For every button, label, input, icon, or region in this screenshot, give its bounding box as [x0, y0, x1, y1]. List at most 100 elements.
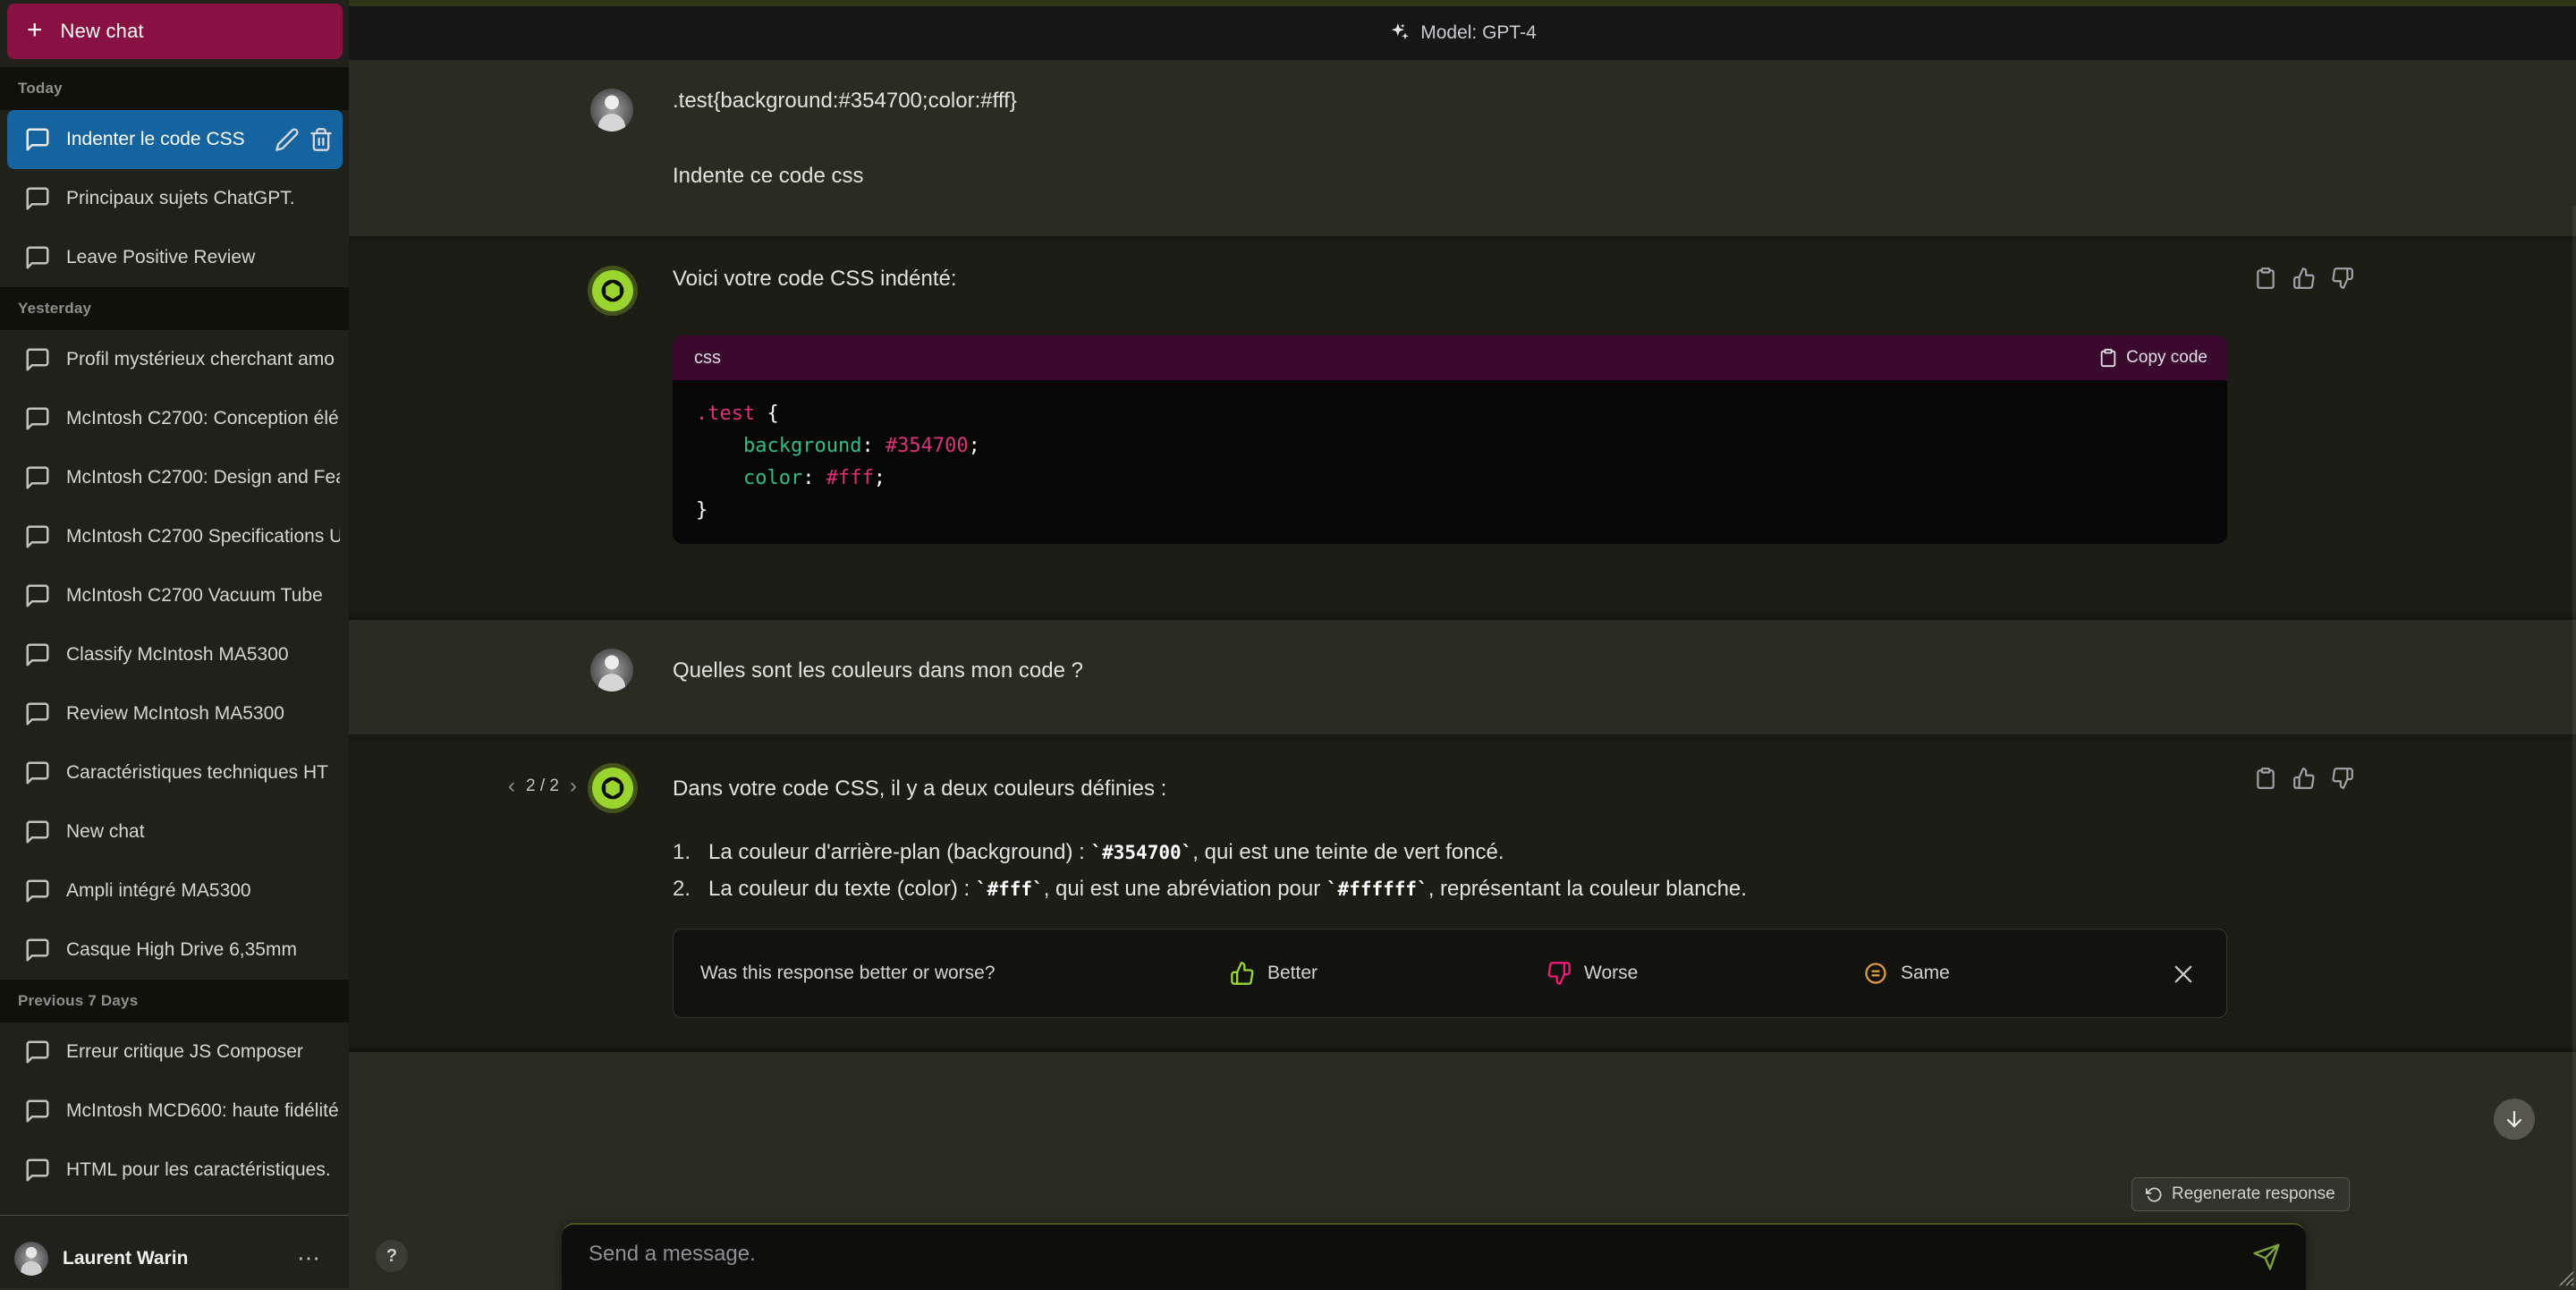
sidebar-item[interactable]: Principaux sujets ChatGPT. — [0, 169, 349, 228]
feedback-better-label: Better — [1267, 963, 1318, 984]
sidebar-item-label: McIntosh C2700 Vacuum Tube — [66, 585, 340, 607]
feedback-question: Was this response better or worse? — [700, 963, 996, 984]
assistant-message-1-text: Voici votre code CSS indénté: — [673, 267, 957, 292]
thumbs-down-icon[interactable] — [2331, 267, 2354, 290]
chat-bubble-icon — [24, 346, 51, 373]
sidebar-item[interactable]: McIntosh C2700: Conception élé — [0, 389, 349, 448]
sidebar-item[interactable]: McIntosh MCD600: haute fidélité — [0, 1082, 349, 1141]
inline-code: `#354700` — [1090, 842, 1192, 863]
message-composer — [562, 1223, 2306, 1290]
model-header: Model: GPT-4 — [349, 6, 2576, 60]
previous-response-icon[interactable]: ‹ — [506, 776, 517, 797]
sidebar: + New chat TodayIndenter le code CSS Prin… — [0, 0, 349, 1288]
sidebar-item[interactable]: Indenter le code CSS — [7, 110, 343, 169]
assistant-message-2-text: Dans votre code CSS, il y a deux couleur… — [673, 777, 1166, 802]
sidebar-item[interactable]: HTML pour les caractéristiques. — [0, 1141, 349, 1200]
sidebar-section-header: Previous 7 Days — [0, 980, 349, 1023]
assistant-avatar — [592, 270, 633, 311]
chat-bubble-icon — [24, 641, 51, 668]
copy-code-button[interactable]: Copy code — [2098, 348, 2207, 368]
copy-icon[interactable] — [2254, 767, 2277, 790]
chat-bubble-icon — [24, 126, 51, 153]
sidebar-item-label: McIntosh C2700 Specifications U — [66, 526, 340, 547]
account-name: Laurent Warin — [63, 1248, 297, 1269]
sidebar-section-header: Today — [0, 67, 349, 110]
code-token — [696, 467, 743, 489]
code-line: color: #fff; — [696, 463, 2204, 495]
assistant-numbered-list: 1.La couleur d'arrière-plan (background)… — [673, 840, 1747, 913]
sidebar-item[interactable]: Review McIntosh MA5300 — [0, 684, 349, 743]
delete-chat-icon[interactable] — [309, 127, 334, 152]
edit-chat-icon[interactable] — [275, 127, 300, 152]
openai-logo-icon — [598, 276, 627, 305]
feedback-same-button[interactable]: Same — [1863, 929, 1950, 1017]
resize-handle-icon[interactable] — [2553, 1265, 2574, 1286]
chat-bubble-icon — [24, 523, 51, 550]
chat-bubble-icon — [24, 878, 51, 904]
sidebar-item[interactable]: Caractéristiques techniques HT — [0, 743, 349, 802]
user-message-1: .test{background:#354700;color:#fff} Ind… — [349, 60, 2576, 236]
copy-icon[interactable] — [2254, 267, 2277, 290]
list-item-text: La couleur du texte (color) : `#fff`, qu… — [708, 877, 1747, 902]
sidebar-item-label: Erreur critique JS Composer — [66, 1041, 340, 1063]
list-item-text: La couleur d'arrière-plan (background) :… — [708, 840, 1504, 865]
code-block-body: .test { background: #354700; color: #fff… — [673, 380, 2227, 544]
sidebar-item[interactable]: Ampli intégré MA5300 — [0, 861, 349, 921]
chat-bubble-icon — [24, 582, 51, 609]
sidebar-item-label: New chat — [66, 821, 340, 843]
chat-bubble-icon — [24, 1039, 51, 1065]
code-token: #354700 — [886, 435, 969, 457]
chat-bubble-icon — [24, 760, 51, 786]
scroll-to-bottom-button[interactable] — [2494, 1099, 2535, 1140]
sidebar-item[interactable]: McIntosh C2700 Vacuum Tube — [0, 566, 349, 625]
sidebar-item-label: Classify McIntosh MA5300 — [66, 644, 340, 666]
sidebar-item-label: Principaux sujets ChatGPT. — [66, 188, 340, 209]
top-accent-strip — [349, 0, 2576, 6]
thumbs-up-icon[interactable] — [2292, 267, 2316, 290]
thumbs-down-icon — [1546, 961, 1572, 986]
sidebar-item[interactable]: McIntosh C2700: Design and Fea — [0, 448, 349, 507]
thumbs-down-icon[interactable] — [2331, 767, 2354, 790]
code-token: .test — [696, 403, 755, 425]
sidebar-item[interactable]: McIntosh C2700 Specifications U — [0, 507, 349, 566]
sidebar-section-header: Yesterday — [0, 287, 349, 330]
list-item: 2.La couleur du texte (color) : `#fff`, … — [673, 877, 1747, 902]
text-run: , représentant la couleur blanche. — [1428, 877, 1747, 901]
sidebar-item[interactable]: New chat — [0, 802, 349, 861]
sidebar-item[interactable]: Erreur critique JS Composer — [0, 1023, 349, 1082]
feedback-close-icon[interactable] — [2171, 962, 2196, 987]
message-input[interactable] — [587, 1241, 2218, 1268]
help-button[interactable]: ? — [376, 1240, 408, 1272]
new-chat-button[interactable]: + New chat — [7, 4, 343, 59]
feedback-worse-button[interactable]: Worse — [1546, 929, 1638, 1017]
help-label: ? — [386, 1246, 397, 1267]
feedback-better-button[interactable]: Better — [1230, 929, 1318, 1017]
code-token: #fff — [826, 467, 874, 489]
sidebar-item[interactable]: Casque High Drive 6,35mm — [0, 921, 349, 980]
sidebar-item[interactable]: Classify McIntosh MA5300 — [0, 625, 349, 684]
account-options-icon[interactable]: ⋯ — [297, 1244, 322, 1272]
feedback-bar: Was this response better or worse? Bette… — [673, 929, 2227, 1018]
account-menu[interactable]: Laurent Warin ⋯ — [0, 1215, 349, 1288]
text-run: La couleur du texte (color) : — [708, 877, 976, 901]
scrollbar[interactable] — [2572, 206, 2576, 1288]
sidebar-item[interactable]: Profil mystérieux cherchant amo — [0, 330, 349, 389]
next-response-icon[interactable]: › — [568, 776, 579, 797]
text-run: La couleur d'arrière-plan (background) : — [708, 840, 1090, 864]
model-label: Model: GPT-4 — [1420, 22, 1537, 44]
openai-logo-icon — [598, 774, 627, 802]
assistant-message-2: ‹ 2 / 2 › Dans votre code CSS, il y a de… — [349, 734, 2576, 1052]
send-icon[interactable] — [2252, 1243, 2281, 1271]
sidebar-item-label: Profil mystérieux cherchant amo — [66, 349, 340, 370]
code-token: { — [755, 403, 779, 425]
regenerate-response-button[interactable]: Regenerate response — [2131, 1177, 2350, 1211]
code-block: css Copy code .test { background: #35470… — [673, 335, 2227, 544]
sidebar-item-label: Review McIntosh MA5300 — [66, 703, 340, 725]
thumbs-up-icon[interactable] — [2292, 767, 2316, 790]
chat-bubble-icon — [24, 464, 51, 491]
code-block-header: css Copy code — [673, 335, 2227, 380]
sidebar-item[interactable]: Leave Positive Review — [0, 228, 349, 287]
code-token: ; — [874, 467, 886, 489]
code-token: background — [743, 435, 861, 457]
arrow-down-icon — [2504, 1108, 2525, 1130]
